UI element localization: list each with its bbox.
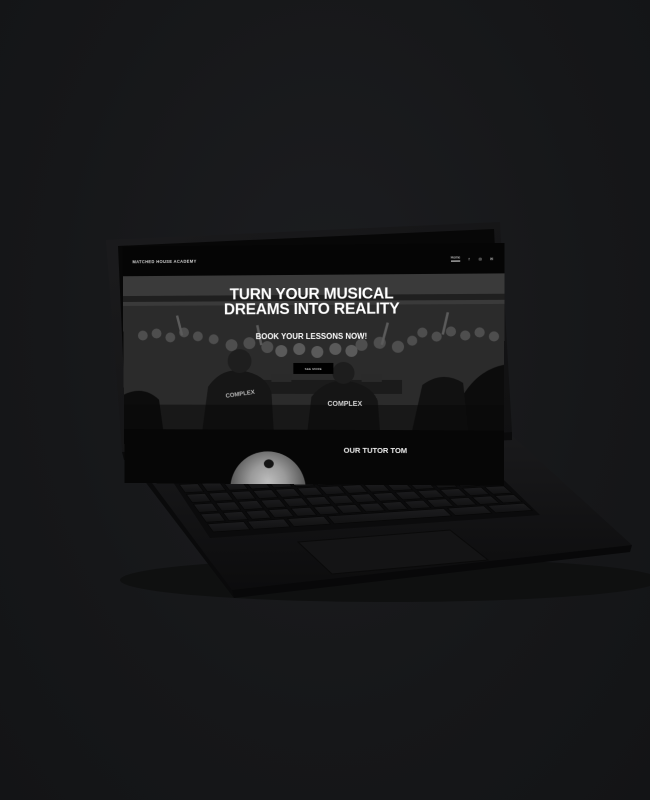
tutor-avatar: [230, 451, 306, 486]
site-logo[interactable]: MATCHED HOUSE ACADEMY: [132, 258, 196, 264]
mockup-stage: MATCHED HOUSE ACADEMY Home f ◎ ✉ COMPLEX…: [0, 0, 650, 800]
tutor-section: OUR TUTOR TOM: [124, 429, 505, 486]
nav-link-home[interactable]: Home: [450, 255, 461, 262]
hero-section: COMPLEX COMPLEX TURN YOUR MUSICAL DREAMS…: [122, 273, 505, 431]
site-nav: Home f ◎ ✉: [450, 255, 495, 262]
facebook-icon[interactable]: f: [466, 256, 471, 261]
laptop-screen: MATCHED HOUSE ACADEMY Home f ◎ ✉ COMPLEX…: [122, 242, 505, 486]
see-more-button[interactable]: SEE MORE: [293, 362, 334, 374]
hero-title: TURN YOUR MUSICAL DREAMS INTO REALITY: [123, 285, 505, 319]
email-icon[interactable]: ✉: [489, 256, 494, 261]
hero-title-line-2: DREAMS INTO REALITY: [223, 300, 400, 319]
site-header: MATCHED HOUSE ACADEMY Home f ◎ ✉: [122, 242, 505, 277]
shirt-text-right: COMPLEX: [327, 401, 362, 408]
hero-subtitle: BOOK YOUR LESSONS NOW!: [255, 331, 368, 342]
instagram-icon[interactable]: ◎: [478, 256, 483, 261]
tutor-title: OUR TUTOR TOM: [343, 445, 408, 456]
